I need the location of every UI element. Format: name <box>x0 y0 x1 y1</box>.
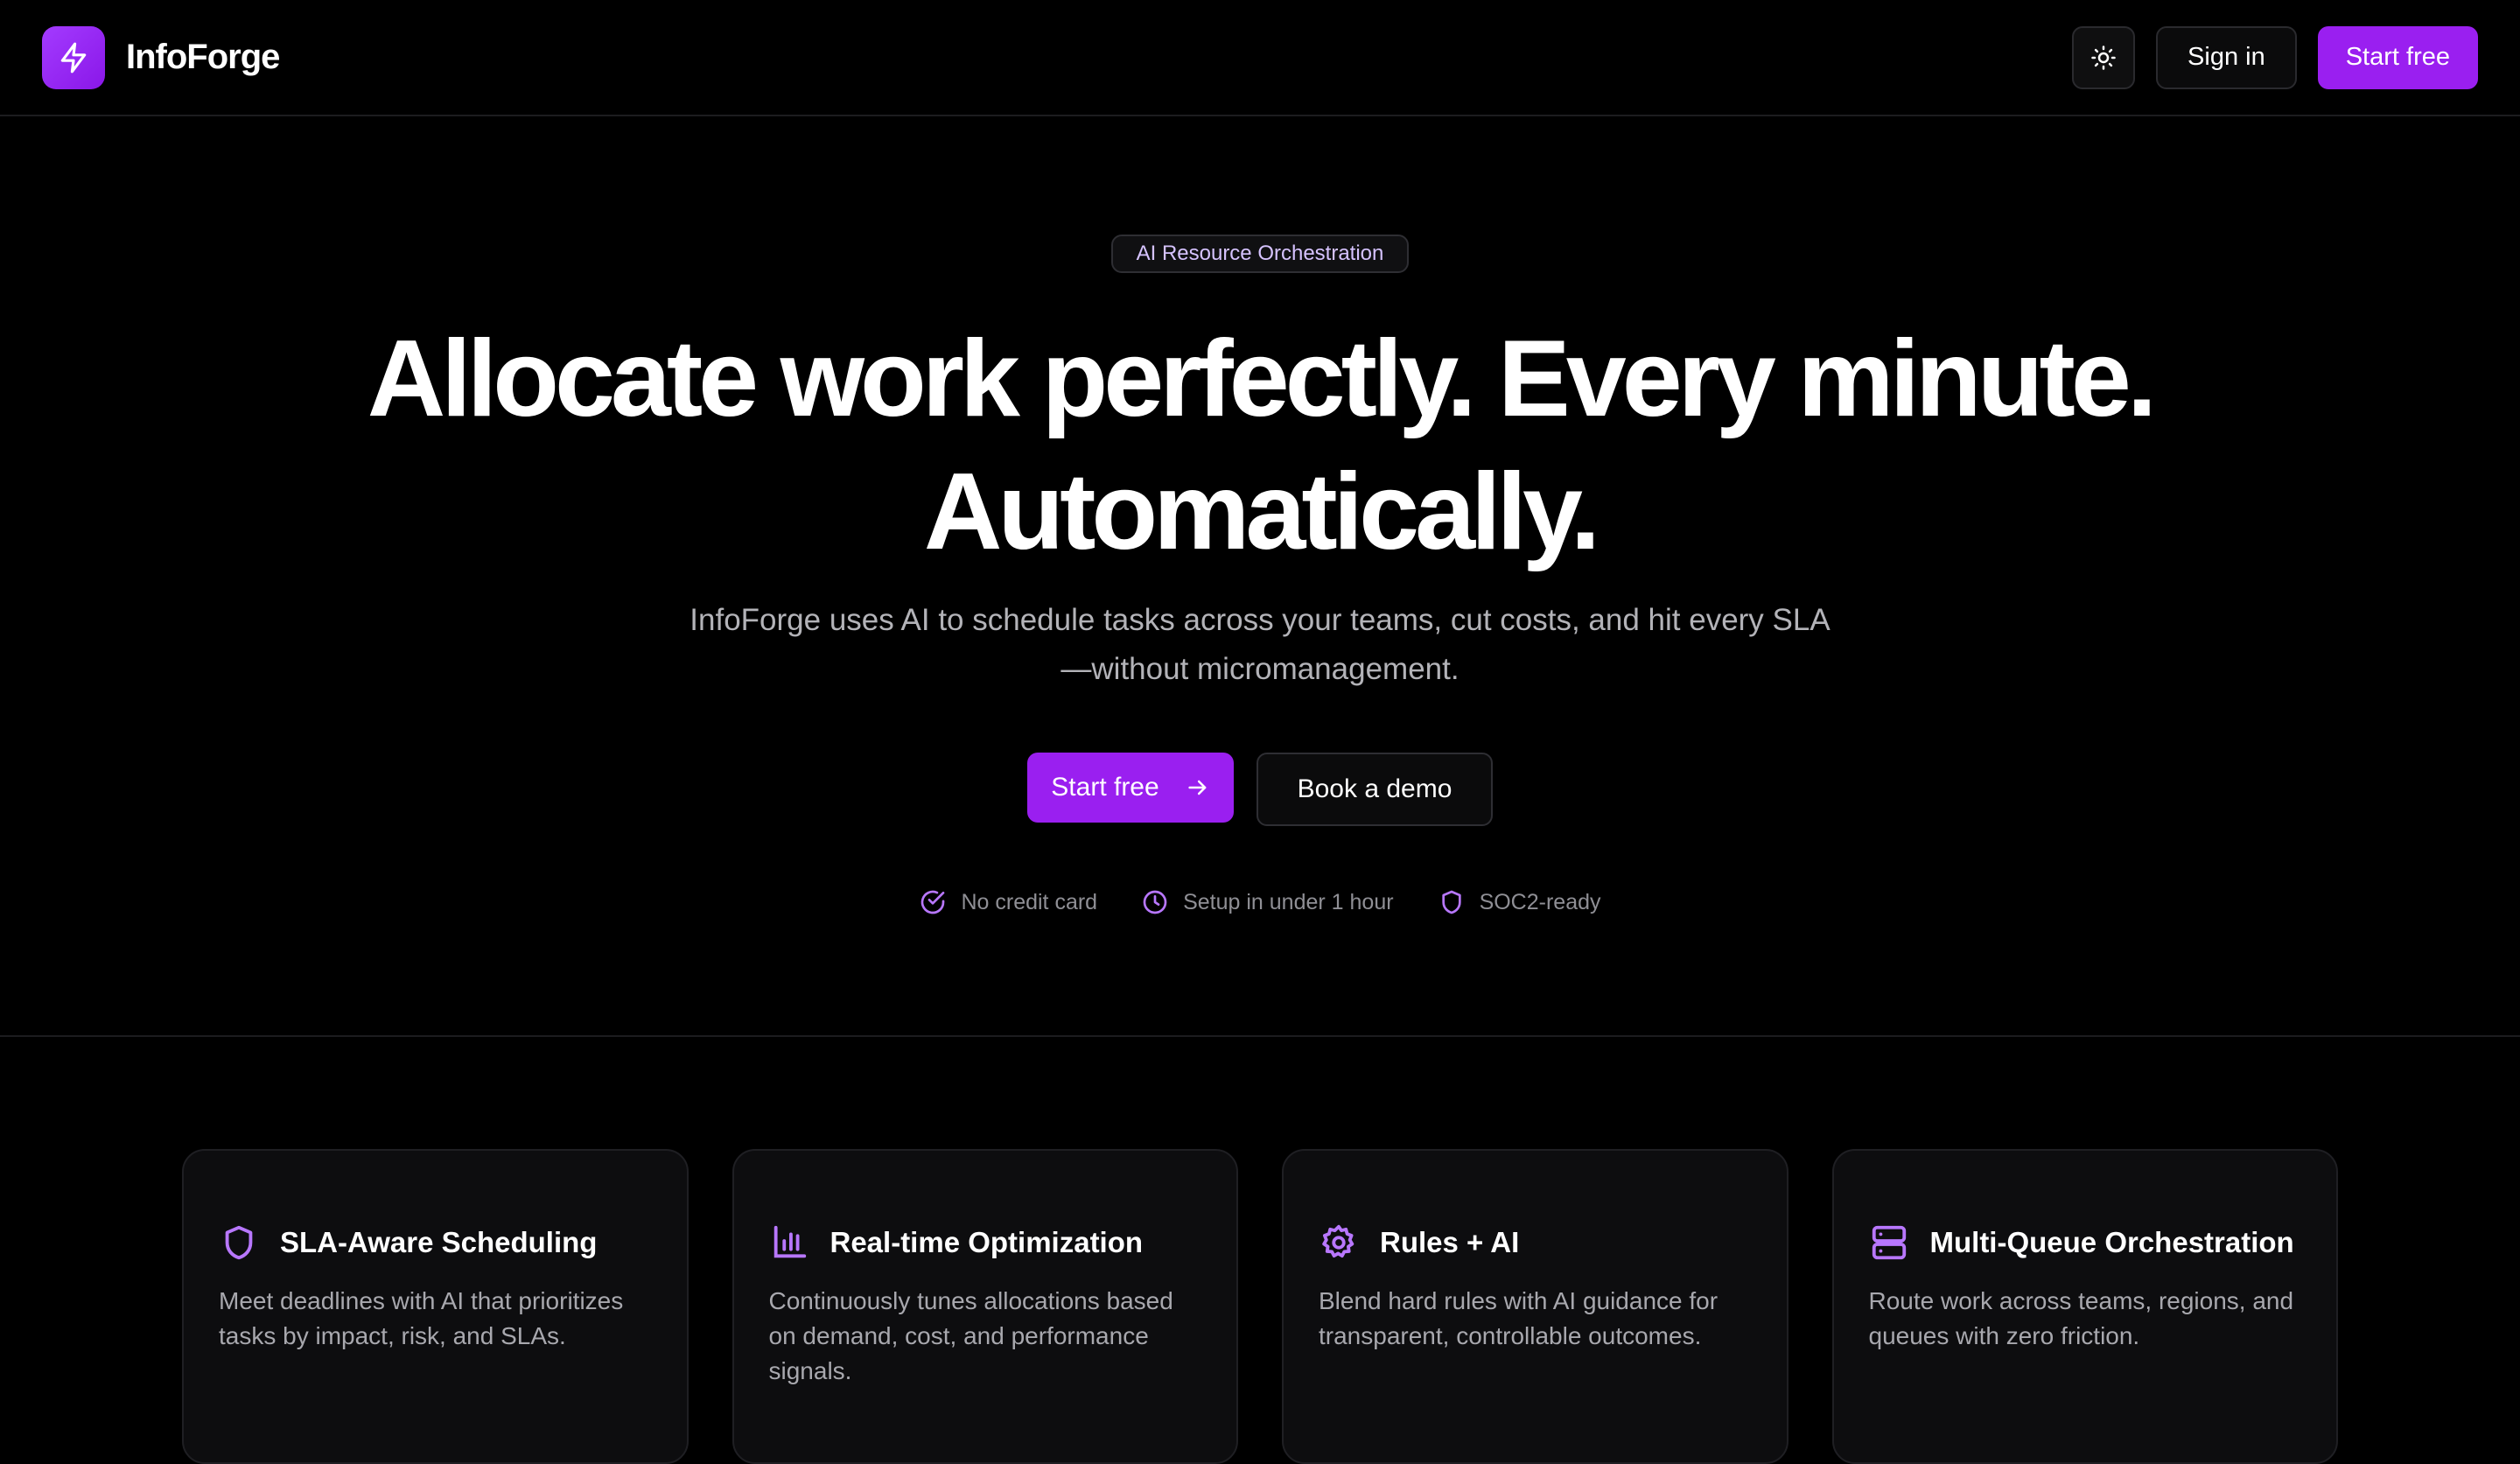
feature-description: Route work across teams, regions, and qu… <box>1868 1287 2294 1349</box>
start-free-label: Start free <box>1051 773 1159 802</box>
header-actions: Sign in Start free <box>2072 25 2478 89</box>
hero-cta-group: Start free Book a demo <box>0 753 2520 826</box>
feature-head: Rules + AI <box>1319 1222 1752 1263</box>
lightning-icon <box>60 42 87 73</box>
sun-icon <box>2091 45 2116 70</box>
features-grid: SLA-Aware Scheduling Meet deadlines with… <box>182 1149 2338 1464</box>
trust-item-no-credit-card: No credit card <box>919 888 1097 916</box>
sign-in-button[interactable]: Sign in <box>2156 25 2297 89</box>
check-circle-icon <box>921 890 945 914</box>
hero-subtitle-line1: InfoForge uses AI to schedule tasks acro… <box>690 603 1830 637</box>
trust-item-setup-time: Setup in under 1 hour <box>1141 888 1394 916</box>
feature-description: Meet deadlines with AI that prioritizes … <box>219 1287 624 1349</box>
feature-head: Real-time Optimization <box>769 1222 1202 1263</box>
feature-description: Continuously tunes allocations based on … <box>768 1287 1173 1384</box>
trust-label: SOC2-ready <box>1479 889 1601 914</box>
brand-logo[interactable] <box>42 25 105 89</box>
hero-subtitle: InfoForge uses AI to schedule tasks acro… <box>648 596 1872 694</box>
hero-subtitle-line2: —without micromanagement. <box>1060 652 1460 686</box>
feature-head: SLA-Aware Scheduling <box>219 1222 652 1263</box>
feature-card-realtime-optimization: Real-time Optimization Continuously tune… <box>732 1149 1238 1464</box>
feature-title: SLA-Aware Scheduling <box>280 1226 598 1258</box>
hero-badge: AI Resource Orchestration <box>1111 235 1409 273</box>
trust-label: No credit card <box>961 889 1098 914</box>
brand[interactable]: InfoForge <box>42 25 280 89</box>
server-icon <box>1872 1225 1906 1260</box>
feature-title: Multi-Queue Orchestration <box>1929 1226 2294 1258</box>
feature-description: Blend hard rules with AI guidance for tr… <box>1319 1287 1718 1349</box>
gear-icon <box>1322 1224 1354 1258</box>
feature-title: Real-time Optimization <box>830 1226 1144 1258</box>
start-free-button[interactable]: Start free <box>1027 753 1234 823</box>
hero-title: Allocate work perfectly. Every minute. A… <box>0 312 2520 578</box>
start-free-header-button[interactable]: Start free <box>2317 25 2478 89</box>
book-demo-button[interactable]: Book a demo <box>1256 753 1493 826</box>
clock-icon <box>1143 890 1167 914</box>
trust-item-soc2: SOC2-ready <box>1438 888 1601 916</box>
feature-card-sla-scheduling: SLA-Aware Scheduling Meet deadlines with… <box>182 1149 689 1464</box>
trust-label: Setup in under 1 hour <box>1183 889 1394 914</box>
hero-title-line1: Allocate work perfectly. Every minute. <box>367 319 2157 439</box>
hero-section: AI Resource Orchestration Allocate work … <box>0 118 2520 1037</box>
bar-chart-icon <box>774 1225 806 1258</box>
feature-card-rules-ai: Rules + AI Blend hard rules with AI guid… <box>1282 1149 1788 1464</box>
feature-card-multi-queue: Multi-Queue Orchestration Route work acr… <box>1831 1149 2338 1464</box>
theme-toggle-button[interactable] <box>2072 25 2136 89</box>
feature-head: Multi-Queue Orchestration <box>1869 1222 2302 1263</box>
brand-name[interactable]: InfoForge <box>126 38 280 77</box>
trust-indicators: No credit card Setup in under 1 hour SOC… <box>0 888 2520 916</box>
top-navbar: InfoForge Sign in Start free <box>0 0 2520 116</box>
feature-title: Rules + AI <box>1380 1226 1520 1258</box>
arrow-right-icon <box>1188 780 1207 795</box>
hero-title-line2: Automatically. <box>923 452 1600 572</box>
shield-icon <box>225 1225 253 1260</box>
shield-icon <box>1441 890 1461 914</box>
